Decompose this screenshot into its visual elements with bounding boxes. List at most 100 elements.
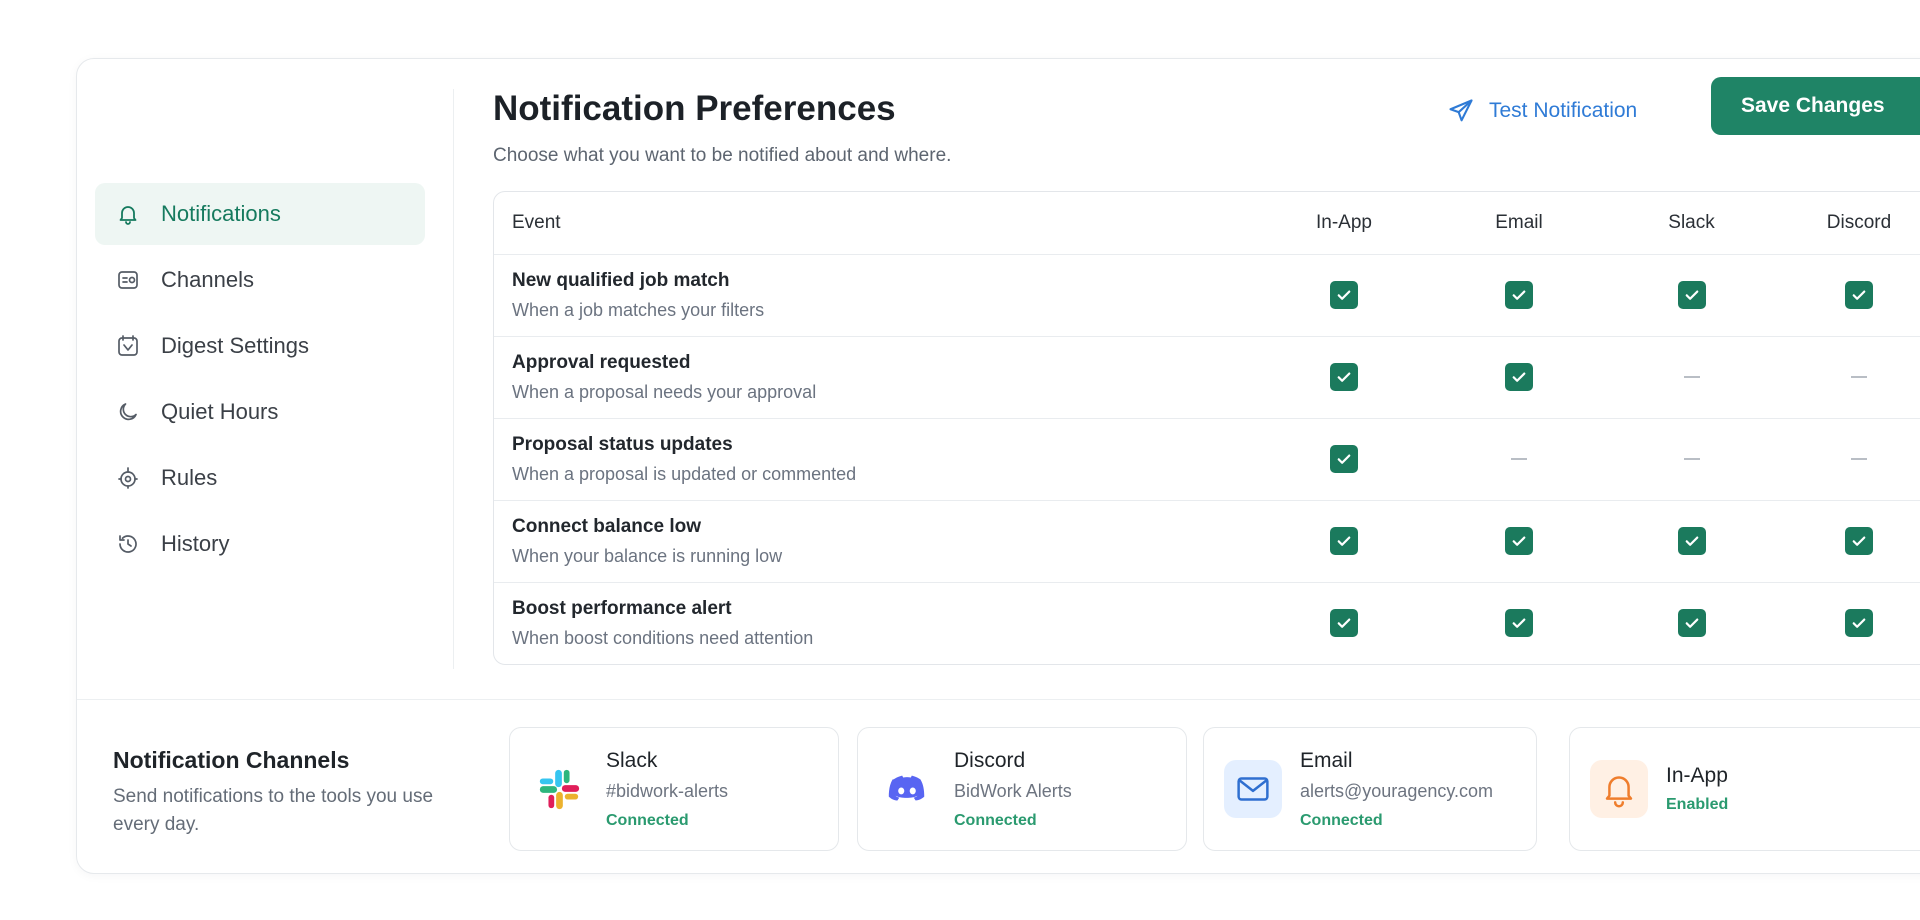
checkbox-in-app[interactable]	[1330, 445, 1358, 473]
table-row: Approval requested When a proposal needs …	[494, 336, 1920, 418]
column-header-slack: Slack	[1668, 211, 1715, 233]
cell-discord	[1779, 254, 1920, 336]
checkbox-in-app[interactable]	[1330, 609, 1358, 638]
page-subtitle: Choose what you want to be notified abou…	[493, 145, 952, 166]
event-title: Boost performance alert	[512, 597, 732, 619]
test-notification-button[interactable]: Test Notification	[1447, 89, 1637, 133]
checkbox-slack[interactable]	[1677, 281, 1706, 309]
channel-card-slack[interactable]: Slack #bidwork-alerts Connected	[509, 727, 839, 851]
event-description: When a job matches your filters	[512, 299, 765, 320]
check-icon	[1685, 290, 1698, 300]
channel-status: Connected	[954, 811, 1037, 829]
check-icon	[1337, 618, 1351, 629]
cell-slack	[1604, 582, 1779, 664]
cell-in-app	[1254, 582, 1434, 664]
digest-icon	[115, 333, 141, 359]
channel-detail: BidWork Alerts	[954, 780, 1072, 801]
sidebar-item-quiet-hours[interactable]: Quiet Hours	[95, 381, 425, 443]
channel-detail: #bidwork-alerts	[606, 780, 729, 801]
channel-status: Connected	[606, 811, 689, 829]
table-row: Proposal status updates When a proposal i…	[494, 418, 1920, 500]
event-title: Proposal status updates	[512, 433, 733, 455]
cell-email	[1434, 582, 1604, 664]
cell-discord	[1779, 418, 1920, 500]
channel-card-in-app[interactable]: In-App Enabled	[1569, 727, 1920, 851]
cell-slack	[1604, 336, 1779, 418]
slack-icon	[530, 760, 588, 818]
settings-card: Notifications Channels Digest Settings Q…	[76, 58, 1920, 874]
check-icon	[1685, 536, 1698, 546]
sidebar-item-label: Notifications	[161, 201, 281, 226]
channel-status: Enabled	[1666, 796, 1729, 813]
moon-icon	[115, 399, 141, 425]
check-icon	[1852, 618, 1866, 629]
sidebar-divider	[453, 89, 454, 669]
channel-name: Email	[1300, 748, 1353, 772]
table-row: Connect balance low When your balance is …	[494, 500, 1920, 582]
cell-slack	[1604, 418, 1779, 500]
rules-icon	[115, 465, 141, 491]
save-button[interactable]: Save Changes	[1711, 77, 1920, 135]
checkbox-slack[interactable]	[1677, 527, 1706, 555]
sidebar-item-label: Digest Settings	[161, 333, 309, 358]
event-cell: Boost performance alert When boost condit…	[494, 582, 1254, 664]
send-icon	[1447, 97, 1475, 125]
channels-section-title: Notification Channels	[113, 747, 350, 773]
event-cell: Proposal status updates When a proposal i…	[494, 418, 1254, 500]
check-icon	[1685, 618, 1698, 629]
checkbox-email[interactable]	[1505, 527, 1533, 555]
channel-card-discord[interactable]: Discord BidWork Alerts Connected	[857, 727, 1187, 851]
sidebar-item-rules[interactable]: Rules	[95, 447, 425, 509]
column-header-event: Event	[512, 211, 561, 233]
sidebar-item-digest-settings[interactable]: Digest Settings	[95, 315, 425, 377]
checkbox-discord[interactable]	[1845, 281, 1873, 309]
table-header-row: Event In-App Email Slack Discord	[494, 192, 1920, 254]
cell-in-app	[1254, 254, 1434, 336]
bell-icon	[1590, 760, 1648, 818]
cell-in-app	[1254, 418, 1434, 500]
sidebar-item-label: Channels	[161, 267, 254, 292]
sidebar-item-label: History	[161, 531, 230, 556]
unavailable-dash-discord	[1851, 457, 1867, 460]
channel-name: Discord	[954, 748, 1026, 772]
event-description: When your balance is running low	[512, 545, 783, 566]
column-header-in-app: In-App	[1316, 211, 1372, 233]
cell-in-app	[1254, 500, 1434, 582]
checkbox-in-app[interactable]	[1330, 527, 1358, 555]
sidebar-item-history[interactable]: History	[95, 513, 425, 575]
history-icon	[115, 531, 141, 557]
checkbox-email[interactable]	[1505, 363, 1533, 391]
channel-card-email[interactable]: Email alerts@youragency.com Connected	[1203, 727, 1537, 851]
unavailable-dash-discord	[1851, 375, 1867, 378]
unavailable-dash-slack	[1683, 457, 1700, 460]
check-icon	[1337, 536, 1351, 546]
sidebar-item-notifications[interactable]: Notifications	[95, 183, 425, 245]
test-notification-label: Test Notification	[1489, 99, 1638, 122]
checkbox-discord[interactable]	[1845, 609, 1873, 638]
discord-icon	[878, 760, 936, 818]
checkbox-email[interactable]	[1505, 609, 1533, 638]
check-icon	[1512, 618, 1526, 629]
check-icon	[1337, 290, 1351, 300]
section-divider	[77, 699, 1920, 700]
check-icon	[1852, 290, 1866, 300]
event-cell: Connect balance low When your balance is …	[494, 500, 1254, 582]
event-description: When a proposal needs your approval	[512, 381, 817, 402]
event-description: When a proposal is updated or commented	[512, 463, 857, 484]
checkbox-email[interactable]	[1505, 281, 1533, 309]
sidebar-item-channels[interactable]: Channels	[95, 249, 425, 311]
checkbox-in-app[interactable]	[1330, 363, 1358, 391]
checkbox-discord[interactable]	[1845, 527, 1873, 555]
channel-detail: alerts@youragency.com	[1300, 780, 1494, 801]
sidebar-item-label: Rules	[161, 465, 218, 490]
table-row: Boost performance alert When boost condit…	[494, 582, 1920, 664]
cell-slack	[1604, 500, 1779, 582]
checkbox-in-app[interactable]	[1330, 281, 1358, 309]
column-header-email: Email	[1495, 211, 1543, 233]
preferences-table: Event In-App Email Slack Discord New qua…	[493, 191, 1920, 665]
check-icon	[1852, 536, 1866, 546]
check-icon	[1337, 454, 1351, 464]
checkbox-slack[interactable]	[1677, 609, 1706, 638]
column-header-discord: Discord	[1826, 211, 1892, 233]
cell-discord	[1779, 582, 1920, 664]
